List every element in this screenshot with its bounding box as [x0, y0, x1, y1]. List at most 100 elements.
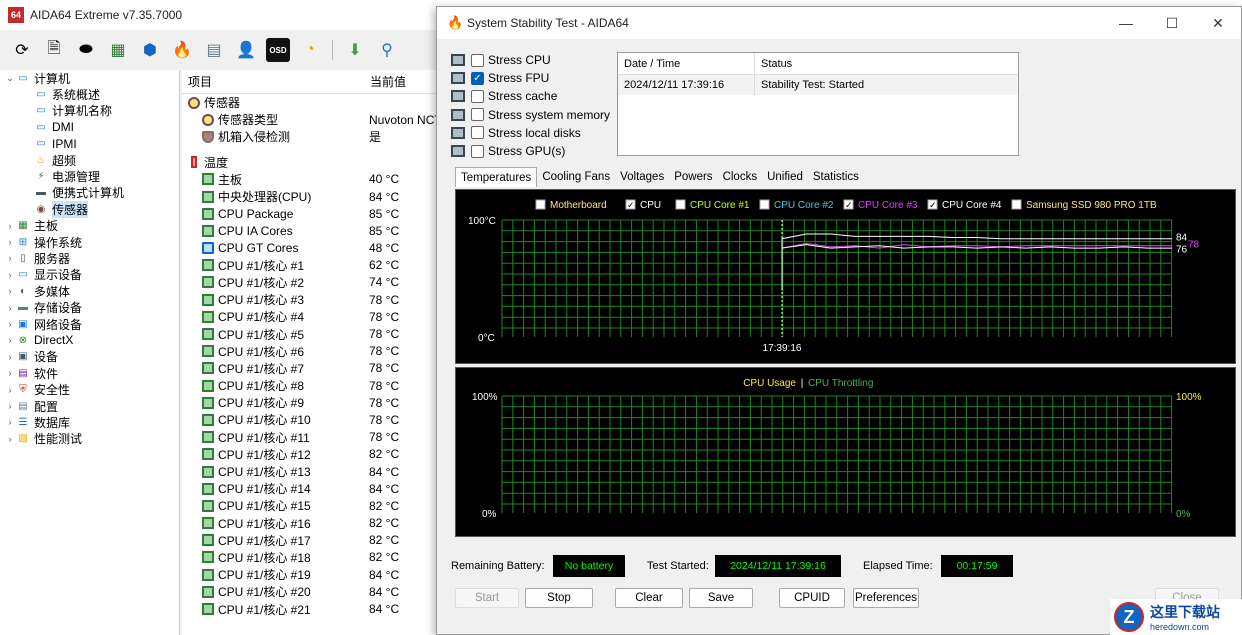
tab-unified[interactable]: Unified	[762, 167, 808, 187]
chevron-right-icon[interactable]: ›	[4, 401, 16, 411]
table-row[interactable]: CPU #1/核心 #9 78 °C	[182, 394, 437, 411]
tab-voltages[interactable]: Voltages	[615, 167, 669, 187]
table-row[interactable]: CPU #1/核心 #7 78 °C	[182, 360, 437, 377]
table-row[interactable]: CPU #1/核心 #17 82 °C	[182, 532, 437, 549]
report-icon[interactable]: 🗎	[42, 38, 66, 62]
tree-item-storage[interactable]: › ▬ 存储设备	[0, 299, 179, 315]
preferences-button[interactable]: Preferences	[853, 588, 919, 608]
table-row[interactable]: CPU #1/核心 #12 82 °C	[182, 446, 437, 463]
tab-cooling-fans[interactable]: Cooling Fans	[537, 167, 615, 187]
column-header-item[interactable]: 项目	[182, 73, 362, 90]
start-button[interactable]: Start	[455, 588, 519, 608]
chevron-right-icon[interactable]: ›	[4, 237, 16, 247]
stress-checkbox[interactable]	[471, 89, 484, 103]
chevron-right-icon[interactable]: ›	[4, 253, 16, 263]
tree-item-software[interactable]: › ▤ 软件	[0, 365, 179, 381]
table-row[interactable]: CPU #1/核心 #3 78 °C	[182, 291, 437, 308]
tree-item-computer[interactable]: ⌄ ▭ 计算机	[0, 70, 179, 86]
chevron-right-icon[interactable]: ›	[4, 434, 16, 444]
table-row[interactable]: CPU #1/核心 #15 82 °C	[182, 497, 437, 514]
list-group-temperature[interactable]: 温度	[182, 154, 437, 171]
chevron-right-icon[interactable]: ›	[4, 270, 16, 280]
tab-powers[interactable]: Powers	[669, 167, 717, 187]
table-row[interactable]: 机箱入侵检测 是	[182, 128, 437, 145]
stress-checkbox[interactable]	[471, 126, 484, 140]
user-icon[interactable]: 👤	[234, 38, 258, 62]
table-row[interactable]: CPU #1/核心 #14 84 °C	[182, 480, 437, 497]
tree-item-os[interactable]: › ⊞ 操作系统	[0, 234, 179, 250]
stress-option[interactable]: Stress local disks	[451, 124, 611, 142]
tree-item-database[interactable]: › ☰ 数据库	[0, 414, 179, 430]
download-icon[interactable]: ⬇	[343, 38, 367, 62]
tree-item-network[interactable]: › ▣ 网络设备	[0, 316, 179, 332]
table-row[interactable]: CPU GT Cores 48 °C	[182, 240, 437, 257]
chevron-right-icon[interactable]: ›	[4, 286, 16, 296]
tree-item-ipmi[interactable]: ▭ IPMI	[0, 136, 179, 152]
stress-option[interactable]: ✓ Stress FPU	[451, 69, 611, 87]
table-row[interactable]: 传感器类型 Nuvoton NCT	[182, 111, 437, 128]
table-row[interactable]: CPU #1/核心 #4 78 °C	[182, 308, 437, 325]
table-row[interactable]: CPU #1/核心 #16 82 °C	[182, 515, 437, 532]
tree-item-power[interactable]: ⚡ 电源管理	[0, 168, 179, 184]
maximize-button[interactable]: ☐	[1149, 7, 1195, 39]
tree-item-server[interactable]: › ▯ 服务器	[0, 250, 179, 266]
stress-option[interactable]: Stress GPU(s)	[451, 142, 611, 160]
stress-option[interactable]: Stress cache	[451, 87, 611, 105]
list-group-sensor[interactable]: 传感器	[182, 94, 437, 111]
tree-item-motherboard[interactable]: › ▦ 主板	[0, 218, 179, 234]
gauge-icon[interactable]: ◔	[298, 38, 322, 62]
tree-item-security[interactable]: › ⛨ 安全性	[0, 381, 179, 397]
tree-item-overclock[interactable]: ♨ 超频	[0, 152, 179, 168]
stress-checkbox[interactable]	[471, 144, 484, 158]
table-row[interactable]: CPU #1/核心 #18 82 °C	[182, 549, 437, 566]
tree-item-sensor[interactable]: ◉ 传感器	[0, 200, 179, 218]
chevron-right-icon[interactable]: ›	[4, 352, 16, 362]
table-row[interactable]: CPU #1/核心 #6 78 °C	[182, 343, 437, 360]
chevron-down-icon[interactable]: ⌄	[4, 73, 16, 84]
tree-item-benchmark[interactable]: › ▧ 性能测试	[0, 431, 179, 447]
tab-clocks[interactable]: Clocks	[718, 167, 763, 187]
chevron-right-icon[interactable]: ›	[4, 319, 16, 329]
save-button[interactable]: Save	[689, 588, 753, 608]
search-icon[interactable]: ⚲	[375, 38, 399, 62]
stress-option[interactable]: Stress CPU	[451, 51, 611, 69]
table-row[interactable]: 主板 40 °C	[182, 171, 437, 188]
table-row[interactable]: CPU #1/核心 #8 78 °C	[182, 377, 437, 394]
column-header-value[interactable]: 当前值	[362, 73, 437, 90]
minimize-button[interactable]: —	[1103, 7, 1149, 39]
motherboard-icon[interactable]: ⬬	[74, 38, 98, 62]
stress-option[interactable]: Stress system memory	[451, 106, 611, 124]
network-icon[interactable]: ⬢	[138, 38, 162, 62]
refresh-icon[interactable]: ⟳	[10, 38, 34, 62]
close-window-button[interactable]: ✕	[1195, 7, 1241, 39]
stop-button[interactable]: Stop	[525, 588, 593, 608]
tree-item-computer-name[interactable]: ▭ 计算机名称	[0, 103, 179, 119]
chevron-right-icon[interactable]: ›	[4, 221, 16, 231]
table-row[interactable]: CPU #1/核心 #11 78 °C	[182, 429, 437, 446]
tree-item-dmi[interactable]: ▭ DMI	[0, 119, 179, 135]
stress-checkbox[interactable]	[471, 53, 484, 67]
tree-item-devices[interactable]: › ▣ 设备	[0, 349, 179, 365]
tree-item-summary[interactable]: ▭ 系统概述	[0, 86, 179, 102]
table-row[interactable]: CPU Package 85 °C	[182, 205, 437, 222]
column-header-status[interactable]: Status	[755, 53, 1008, 74]
flame-icon[interactable]: 🔥	[170, 38, 194, 62]
tab-statistics[interactable]: Statistics	[808, 167, 864, 187]
table-row[interactable]: CPU #1/核心 #19 84 °C	[182, 566, 437, 583]
chevron-right-icon[interactable]: ›	[4, 303, 16, 313]
chevron-right-icon[interactable]: ›	[4, 335, 16, 345]
cpuid-button[interactable]: CPUID	[779, 588, 845, 608]
table-row[interactable]: CPU #1/核心 #5 78 °C	[182, 325, 437, 342]
table-row[interactable]: CPU #1/核心 #1 62 °C	[182, 257, 437, 274]
tree-item-laptop[interactable]: ▬ 便携式计算机	[0, 185, 179, 201]
stress-checkbox[interactable]: ✓	[471, 71, 484, 85]
tab-temperatures[interactable]: Temperatures	[455, 167, 538, 187]
chevron-right-icon[interactable]: ›	[4, 368, 16, 378]
benchmark-icon[interactable]: ▤	[202, 38, 226, 62]
table-row[interactable]: 中央处理器(CPU) 84 °C	[182, 188, 437, 205]
memory-icon[interactable]: ▦	[106, 38, 130, 62]
chevron-right-icon[interactable]: ›	[4, 417, 16, 427]
clear-button[interactable]: Clear	[615, 588, 683, 608]
table-row[interactable]: 2024/12/11 17:39:16 Stability Test: Star…	[618, 75, 1018, 95]
table-row[interactable]: CPU #1/核心 #20 84 °C	[182, 583, 437, 600]
